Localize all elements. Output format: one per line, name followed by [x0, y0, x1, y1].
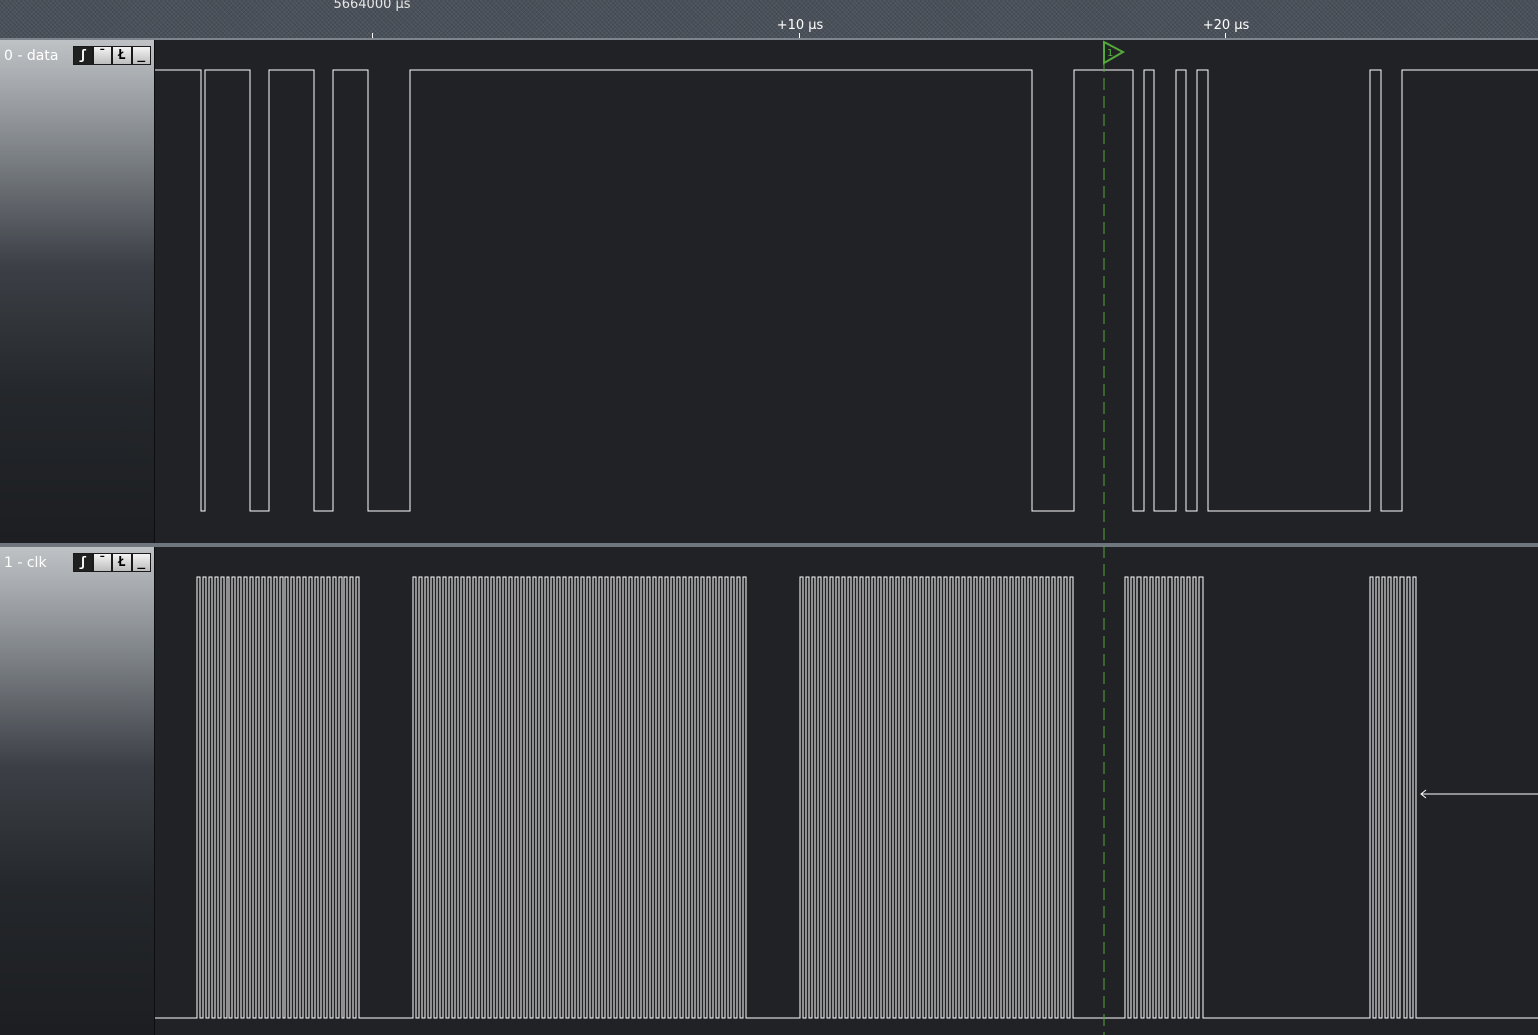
channel-row-data: 0 - data ʃ ¯ Ł _ [0, 40, 1538, 543]
clk-waveform[interactable] [0, 547, 1538, 1035]
absolute-time-label: 5664000 µs [333, 0, 411, 12]
signal-trace [155, 576, 1538, 1019]
signal-trace [155, 69, 1538, 512]
time-ruler[interactable]: 5664000 µs +10 µs +20 µs [0, 0, 1538, 40]
tick-mark [372, 33, 373, 38]
channel-row-clk: 1 - clk ʃ ¯ Ł _ [0, 543, 1538, 1035]
data-waveform[interactable] [0, 40, 1538, 543]
tick-mark [799, 33, 800, 38]
time-mark-label: +20 µs [1202, 18, 1250, 33]
tick-mark [1225, 33, 1226, 38]
time-mark-label: +10 µs [776, 18, 824, 33]
